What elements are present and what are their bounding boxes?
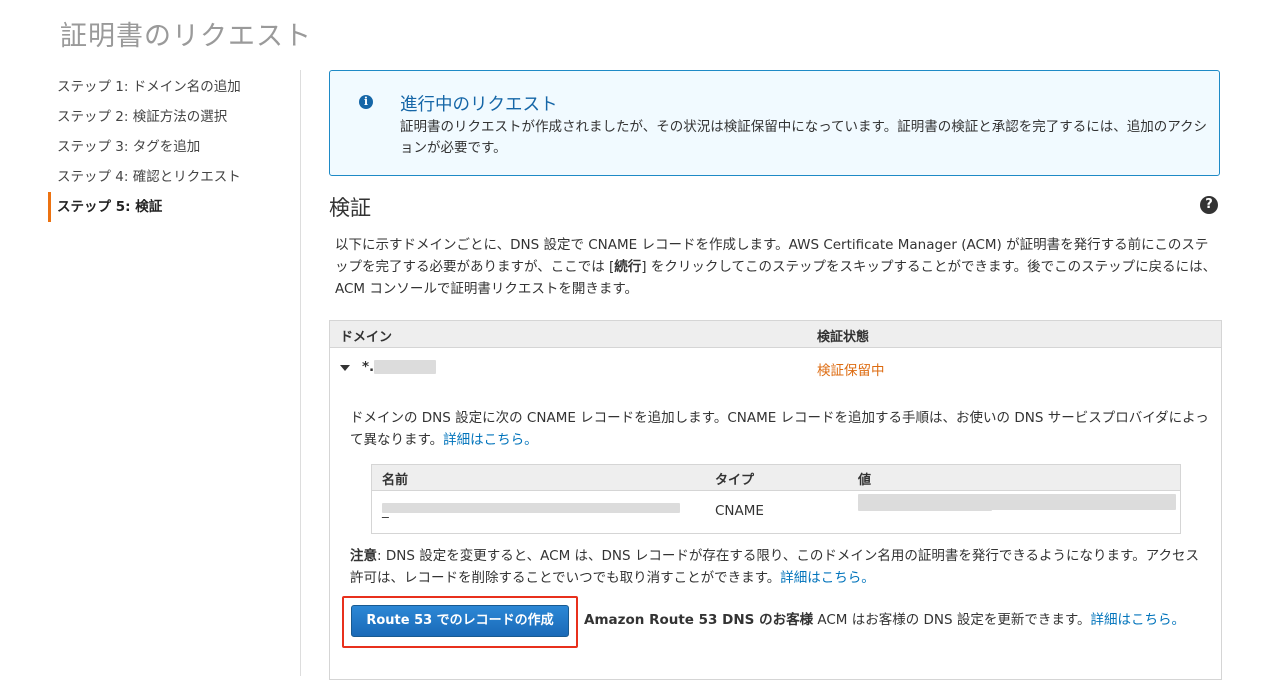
col-domain: ドメイン — [340, 330, 393, 345]
info-icon: i — [359, 95, 373, 109]
cname-table-header: 名前 タイプ 値 — [372, 465, 1180, 491]
section-title: 検証 — [329, 196, 371, 220]
col-name: 名前 — [382, 473, 409, 488]
expand-caret-icon[interactable] — [340, 365, 350, 371]
note-text: 注意: DNS 設定を変更すると、ACM は、DNS レコードが存在する限り、こ… — [350, 545, 1210, 589]
step-1[interactable]: ステップ 1: ドメイン名の追加 — [48, 72, 268, 102]
cname-row: _ CNAME — [372, 491, 1180, 534]
step-2[interactable]: ステップ 2: 検証方法の選択 — [48, 102, 268, 132]
note-body: : DNS 設定を変更すると、ACM は、DNS レコードが存在する限り、このド… — [350, 548, 1200, 586]
redacted-record-value-2 — [858, 497, 992, 511]
progress-alert: i 進行中のリクエスト 証明書のリクエストが作成されましたが、その状況は検証保留… — [329, 70, 1220, 176]
dns-instructions: ドメインの DNS 設定に次の CNAME レコードを追加します。CNAME レ… — [350, 407, 1210, 451]
record-type: CNAME — [715, 503, 764, 519]
steps-nav: ステップ 1: ドメイン名の追加 ステップ 2: 検証方法の選択 ステップ 3:… — [48, 72, 268, 222]
route53-customer-label: Amazon Route 53 DNS のお客様 — [584, 612, 814, 628]
step-5[interactable]: ステップ 5: 検証 — [48, 192, 268, 222]
col-type: タイプ — [715, 473, 755, 488]
status-badge: 検証保留中 — [817, 363, 885, 379]
note-label: 注意 — [350, 548, 377, 564]
intro-text: 以下に示すドメインごとに、DNS 設定で CNAME レコードを作成します。AW… — [335, 234, 1220, 300]
learn-more-link-2[interactable]: 詳細はこちら。 — [780, 570, 875, 586]
create-route53-record-button[interactable]: Route 53 でのレコードの作成 — [351, 605, 569, 637]
learn-more-link-3[interactable]: 詳細はこちら。 — [1091, 612, 1186, 628]
nav-divider — [300, 70, 301, 676]
alert-title: 進行中のリクエスト — [400, 95, 558, 115]
cname-table: 名前 タイプ 値 _ CNAME — [371, 464, 1181, 534]
intro-continue-label: 続行 — [614, 259, 642, 275]
button-highlight: Route 53 でのレコードの作成 — [342, 596, 578, 648]
route53-description: Amazon Route 53 DNS のお客様 ACM はお客様の DNS 設… — [584, 608, 1185, 628]
redacted-record-name — [382, 503, 680, 513]
domain-name: *. — [362, 359, 437, 375]
domain-table: ドメイン 検証状態 *. 検証保留中 ドメインの DNS 設定に次の CNAME… — [329, 320, 1222, 680]
route53-text: ACM はお客様の DNS 設定を更新できます。 — [813, 612, 1091, 628]
redacted-domain — [374, 360, 437, 374]
domain-table-header: ドメイン 検証状態 — [330, 321, 1221, 348]
step-3[interactable]: ステップ 3: タグを追加 — [48, 132, 268, 162]
learn-more-link-1[interactable]: 詳細はこちら。 — [443, 432, 538, 448]
help-icon[interactable]: ? — [1200, 196, 1218, 214]
page-title: 証明書のリクエスト — [60, 21, 312, 52]
col-value: 値 — [858, 473, 872, 488]
alert-body: 証明書のリクエストが作成されましたが、その状況は検証保留中になっています。証明書… — [400, 119, 1208, 156]
col-status: 検証状態 — [817, 330, 870, 345]
domain-prefix: *. — [362, 359, 375, 375]
step-4[interactable]: ステップ 4: 確認とリクエスト — [48, 162, 268, 192]
